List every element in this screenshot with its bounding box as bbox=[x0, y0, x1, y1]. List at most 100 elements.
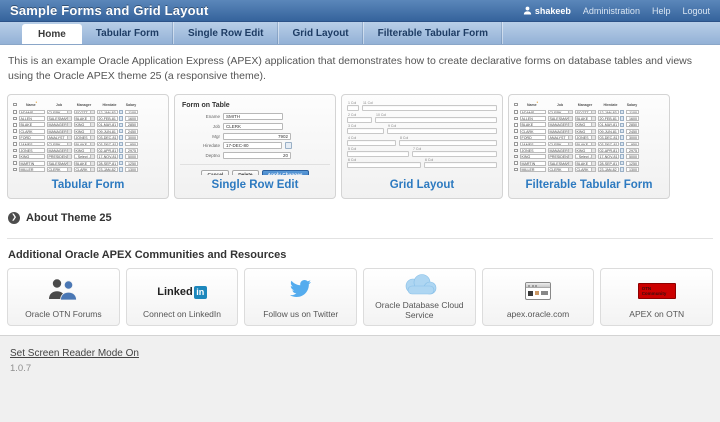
manager-select: SCOTT bbox=[575, 110, 596, 115]
name-field: ADAMS bbox=[19, 110, 45, 115]
calendar-icon bbox=[119, 154, 124, 159]
hiredate-group: 23-JAN-82 bbox=[97, 167, 124, 172]
card-single-row-edit[interactable]: Form on Table EnameSMITHJobCLERKMgr7902H… bbox=[174, 94, 336, 199]
resource-label: Oracle OTN Forums bbox=[8, 310, 119, 325]
table-row: MARTINSALESMANBLAKE28-SEP-811250 bbox=[514, 161, 664, 166]
table-row: MARTINSALESMANBLAKE28-SEP-811250 bbox=[13, 161, 163, 166]
tab-single-row-edit[interactable]: Single Row Edit bbox=[174, 22, 279, 44]
resource-card-oracle-database-cloud-service[interactable]: Oracle Database Cloud Service bbox=[363, 268, 476, 326]
salary-field: 1600 bbox=[125, 116, 138, 121]
chevron-right-icon: ❯ bbox=[8, 212, 20, 224]
hiredate-group: 09-JUN-81 bbox=[97, 129, 124, 134]
grid-cell-left: 1 Col bbox=[347, 101, 359, 111]
header-link-help[interactable]: Help bbox=[652, 6, 671, 16]
hiredate-group: 02-APR-81 bbox=[97, 148, 124, 153]
intro-text: This is an example Oracle Application Ex… bbox=[8, 54, 712, 84]
hiredate-field: 23-JAN-82 bbox=[598, 167, 619, 172]
resource-label: Oracle Database Cloud Service bbox=[364, 301, 475, 326]
hiredate-field: 28-SEP-81 bbox=[598, 161, 619, 166]
name-field: FORD bbox=[520, 135, 546, 140]
job-select: MANAGER bbox=[548, 148, 573, 153]
resource-icon-wrap bbox=[245, 269, 356, 310]
resource-icon-wrap bbox=[364, 269, 475, 301]
single-row-edit-link[interactable]: Single Row Edit bbox=[179, 175, 331, 196]
card-tabular-form[interactable]: Name*JobManagerHiredateSalaryADAMSCLERKS… bbox=[7, 94, 169, 199]
linkedin-wordmark: Linked bbox=[157, 286, 192, 298]
hiredate-field: 03-DEC-81 bbox=[97, 142, 118, 147]
field-mgr: 7902 bbox=[223, 133, 291, 140]
hiredate-group: 01-MAY-81 bbox=[598, 122, 625, 127]
header-link-logout[interactable]: Logout bbox=[682, 6, 710, 16]
dropdown-icon bbox=[90, 149, 94, 152]
job-select: ANALYST bbox=[548, 135, 573, 140]
tab-filterable-tabular-form[interactable]: Filterable Tabular Form bbox=[364, 22, 503, 44]
user-menu[interactable]: shakeeb bbox=[523, 6, 571, 16]
card-grid-layout[interactable]: 1 Col11 Col2 Col10 Col3 Col9 Col4 Col8 C… bbox=[341, 94, 503, 199]
resource-card-apex-oracle-com[interactable]: apex.oracle.com bbox=[482, 268, 595, 326]
calendar-icon bbox=[119, 110, 124, 115]
grid-cell-left: 3 Col bbox=[347, 124, 384, 134]
name-field: MILLER bbox=[19, 167, 45, 172]
mini-column-header: Name* bbox=[19, 101, 45, 107]
resource-card-apex-on-otn[interactable]: OTNCommunityAPEX on OTN bbox=[600, 268, 713, 326]
name-field: JAMES bbox=[19, 142, 45, 147]
grid-cell-right: 10 Col bbox=[375, 113, 497, 123]
table-row: ALLENSALESMANBLAKE20-FEB-811600 bbox=[13, 116, 163, 121]
tab-grid-layout[interactable]: Grid Layout bbox=[279, 22, 364, 44]
name-field: ADAMS bbox=[520, 110, 546, 115]
dropdown-icon bbox=[591, 130, 595, 133]
table-row: ALLENSALESMANBLAKE20-FEB-811600 bbox=[514, 116, 664, 121]
table-row: BLAKEMANAGERKING01-MAY-812850 bbox=[13, 122, 163, 127]
manager-select: KING bbox=[575, 129, 596, 134]
mini-column-header: Salary bbox=[125, 103, 138, 107]
dropdown-icon bbox=[568, 117, 572, 120]
about-theme-toggle[interactable]: ❯ About Theme 25 bbox=[8, 212, 712, 224]
resource-card-follow-us-on-twitter[interactable]: Follow us on Twitter bbox=[244, 268, 357, 326]
resource-card-connect-on-linkedin[interactable]: LinkedinConnect on LinkedIn bbox=[126, 268, 239, 326]
salary-field: 1300 bbox=[626, 167, 639, 172]
tab-tabular-form[interactable]: Tabular Form bbox=[82, 22, 174, 44]
tabular-form-link[interactable]: Tabular Form bbox=[12, 175, 164, 196]
dropdown-icon bbox=[67, 155, 71, 158]
manager-select: CLARK bbox=[575, 167, 596, 172]
manager-select: BLAKE bbox=[74, 161, 95, 166]
field-label: Hiredate bbox=[194, 143, 220, 148]
card-filterable-tabular-form[interactable]: Name*JobManagerHiredateSalaryADAMSCLERKS… bbox=[508, 94, 670, 199]
dropdown-icon bbox=[67, 143, 71, 146]
job-select: MANAGER bbox=[47, 122, 72, 127]
screen-reader-link[interactable]: Set Screen Reader Mode On bbox=[10, 348, 139, 359]
salary-field: 2850 bbox=[125, 122, 138, 127]
tabular-form-thumbnail: Name*JobManagerHiredateSalaryADAMSCLERKS… bbox=[12, 99, 164, 175]
resource-card-oracle-otn-forums[interactable]: Oracle OTN Forums bbox=[7, 268, 120, 326]
hiredate-group: 28-SEP-81 bbox=[97, 161, 124, 166]
grid-field bbox=[399, 140, 497, 146]
job-select: SALESMAN bbox=[548, 161, 573, 166]
grid-row: 5 Col7 Col bbox=[347, 147, 497, 157]
calendar-icon bbox=[620, 161, 625, 166]
dropdown-icon bbox=[90, 111, 94, 114]
otn-badge: OTNCommunity bbox=[638, 283, 676, 299]
name-field: JONES bbox=[520, 148, 546, 153]
table-row: FORDANALYSTJONES03-DEC-813000 bbox=[13, 135, 163, 140]
dropdown-icon bbox=[568, 136, 572, 139]
form-buttons: CancelDeleteApply Changes bbox=[180, 164, 330, 176]
hiredate-group: 20-FEB-81 bbox=[97, 116, 124, 121]
grid-cell-right: 7 Col bbox=[412, 147, 497, 157]
tab-home[interactable]: Home bbox=[22, 24, 82, 44]
grid-layout-link[interactable]: Grid Layout bbox=[346, 175, 498, 196]
job-select: MANAGER bbox=[548, 129, 573, 134]
filterable-tabular-form-thumbnail: Name*JobManagerHiredateSalaryADAMSCLERKS… bbox=[513, 99, 665, 175]
hiredate-group: 02-APR-81 bbox=[598, 148, 625, 153]
job-select: SALESMAN bbox=[47, 116, 72, 121]
table-row: KINGPRESIDENT- Select -17-NOV-815000 bbox=[13, 154, 163, 159]
salary-field: 1250 bbox=[626, 161, 639, 166]
dropdown-icon bbox=[67, 123, 71, 126]
filterable-tabular-form-link[interactable]: Filterable Tabular Form bbox=[513, 175, 665, 196]
linkedin-badge: in bbox=[194, 286, 207, 299]
grid-field bbox=[347, 128, 384, 134]
mini-column-header: Job bbox=[548, 103, 573, 107]
salary-field: 2450 bbox=[125, 129, 138, 134]
header-link-administration[interactable]: Administration bbox=[583, 6, 640, 16]
resources-heading: Additional Oracle APEX Communities and R… bbox=[8, 249, 712, 261]
forums-icon bbox=[46, 277, 80, 305]
